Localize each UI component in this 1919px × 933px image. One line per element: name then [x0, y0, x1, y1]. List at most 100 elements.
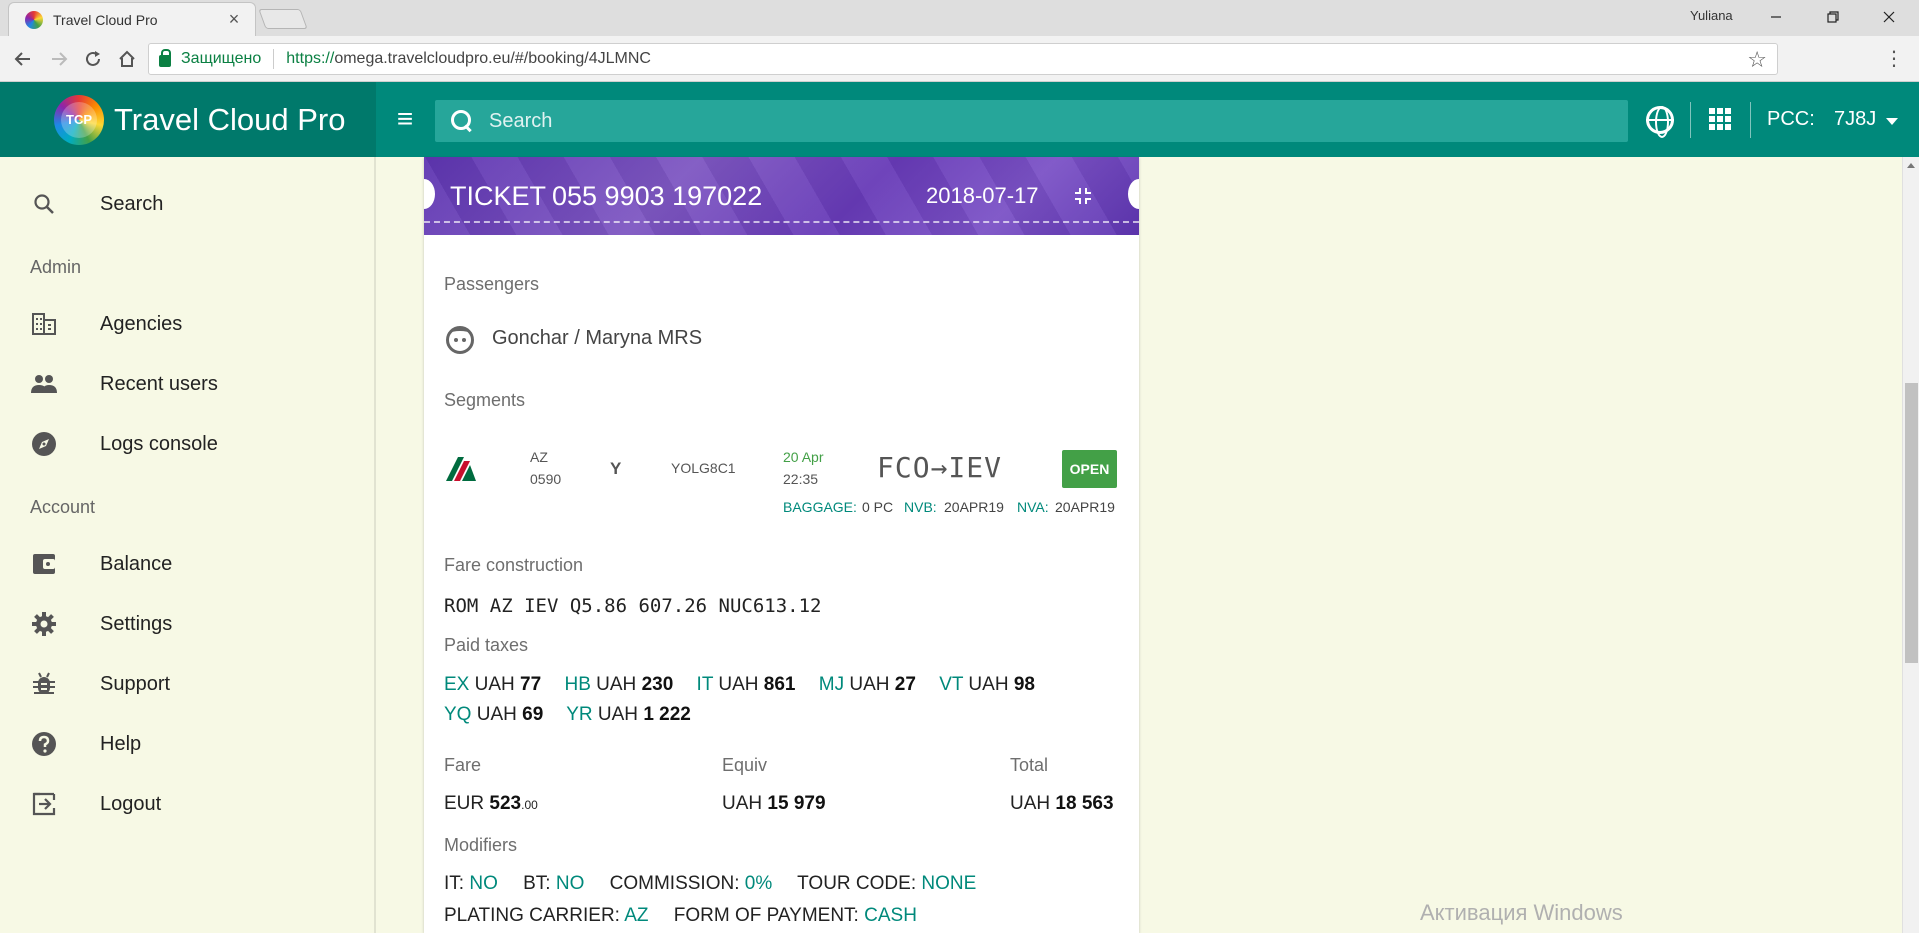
sidebar-item-recent-users[interactable]: Recent users — [0, 360, 374, 408]
lock-icon — [159, 49, 171, 67]
taxes-row: YQ UAH 69 YR UAH 1 222 — [444, 704, 709, 726]
segment-flight-number: 0590 — [530, 471, 562, 487]
sidebar-item-logout[interactable]: Logout — [0, 780, 374, 828]
url-text: omega.travelcloudpro.eu/#/booking/4JLMNC — [334, 50, 651, 67]
url-field[interactable]: Защищено https:// omega.travelcloudpro.e… — [148, 43, 1778, 75]
sidebar-section-account: Account — [30, 497, 96, 517]
sidebar-item-label: Logout — [100, 792, 162, 815]
forward-icon[interactable] — [46, 46, 72, 72]
sidebar-item-label: Balance — [100, 552, 173, 575]
header-search[interactable] — [435, 100, 1628, 142]
window-user-name[interactable]: Yuliana — [1690, 8, 1733, 23]
scroll-up-icon[interactable] — [1907, 163, 1915, 168]
sidebar-item-agencies[interactable]: Agencies — [0, 300, 374, 348]
tab-title: Travel Cloud Pro — [53, 11, 158, 28]
total-label: Total — [1010, 755, 1049, 775]
reload-icon[interactable] — [80, 46, 106, 72]
globe-icon[interactable] — [1646, 106, 1674, 138]
app-header: TCP Travel Cloud Pro ≡ PCC: 7J8J — [0, 82, 1919, 157]
browser-menu-icon[interactable]: ⋮ — [1884, 46, 1904, 71]
header-divider — [1750, 102, 1751, 138]
nvb-value: 20APR19 — [944, 499, 1004, 515]
header-divider — [1690, 102, 1691, 138]
modifier-item: TOUR CODE: NONE — [797, 873, 977, 894]
search-input[interactable] — [489, 109, 1389, 133]
chevron-down-icon[interactable] — [1886, 118, 1898, 125]
tcp-logo[interactable]: TCP — [54, 94, 104, 145]
people-icon — [30, 370, 58, 398]
ticket-header: TICKET 055 9903 197022 2018-07-17 — [424, 157, 1139, 235]
home-icon[interactable] — [114, 46, 140, 72]
brand-name[interactable]: Travel Cloud Pro — [114, 102, 345, 138]
modifiers-label: Modifiers — [444, 835, 518, 855]
sidebar-item-settings[interactable]: Settings — [0, 600, 374, 648]
bookmark-star-icon[interactable]: ☆ — [1747, 47, 1767, 73]
sidebar-item-support[interactable]: Support — [0, 660, 374, 708]
menu-icon[interactable]: ≡ — [390, 105, 420, 133]
segments-label: Segments — [444, 390, 526, 410]
modifier-item: IT: NO — [444, 873, 498, 894]
passenger-name[interactable]: Gonchar / Maryna MRS — [492, 327, 702, 350]
nva-value: 20APR19 — [1055, 499, 1115, 515]
apps-grid-icon[interactable] — [1709, 108, 1731, 130]
ticket-date: 2018-07-17 — [926, 183, 1039, 208]
status-badge: OPEN — [1062, 450, 1117, 488]
ticket-perforation — [424, 221, 1139, 223]
logout-icon — [30, 790, 58, 818]
alitalia-logo-icon — [444, 453, 484, 483]
url-protocol: https:// — [286, 50, 335, 67]
pcc-label: PCC: — [1767, 108, 1815, 130]
face-icon — [446, 326, 474, 354]
close-window-icon[interactable] — [1866, 2, 1912, 32]
address-bar: Защищено https:// omega.travelcloudpro.e… — [0, 36, 1919, 82]
scrollbar-thumb[interactable] — [1905, 383, 1918, 663]
fare-construction-label: Fare construction — [444, 555, 584, 575]
sidebar-item-help[interactable]: Help — [0, 720, 374, 768]
pcc-select[interactable]: 7J8J — [1834, 108, 1876, 131]
browser-tabbar: Travel Cloud Pro × Yuliana — [0, 0, 1919, 36]
ticket-number: 055 9903 197022 — [552, 181, 763, 211]
modifier-item: PLATING CARRIER: AZ — [444, 905, 649, 926]
wallet-icon — [30, 550, 58, 578]
fare-amount: EUR 523.00 — [444, 793, 538, 814]
tax-item: MJ UAH 27 — [818, 674, 916, 695]
brand-panel: TCP Travel Cloud Pro — [0, 82, 376, 157]
tab-close-icon[interactable]: × — [225, 9, 243, 30]
modifier-item: BT: NO — [523, 873, 585, 894]
fare-label: Fare — [444, 755, 482, 775]
equiv-label: Equiv — [722, 755, 768, 775]
sidebar-item-search[interactable]: Search — [0, 180, 374, 228]
segment-date: 20 Apr — [783, 449, 824, 465]
passengers-label: Passengers — [444, 274, 540, 294]
back-icon[interactable] — [10, 46, 36, 72]
collapse-icon[interactable] — [1072, 185, 1094, 207]
new-tab-button[interactable] — [258, 9, 308, 29]
modifiers-row: PLATING CARRIER: AZ FORM OF PAYMENT: CAS… — [444, 905, 937, 927]
modifier-item: FORM OF PAYMENT: CASH — [673, 905, 917, 926]
browser-tab[interactable]: Travel Cloud Pro × — [8, 2, 256, 36]
page-scrollbar[interactable] — [1902, 157, 1919, 933]
url-divider — [273, 49, 275, 69]
sidebar: Search Admin Agencies Recent users Logs … — [0, 157, 376, 933]
sidebar-item-logs-console[interactable]: Logs console — [0, 420, 374, 468]
tax-item: IT UAH 861 — [696, 674, 796, 695]
building-icon — [30, 310, 58, 338]
modifiers-row: IT: NO BT: NO COMMISSION: 0% TOUR CODE: … — [444, 873, 996, 895]
segment-time: 22:35 — [783, 471, 819, 487]
nvb-label: NVB: — [904, 499, 937, 515]
total-amount: UAH 18 563 — [1010, 793, 1114, 814]
restore-icon[interactable] — [1810, 2, 1856, 32]
secure-label: Защищено — [181, 50, 262, 67]
fare-construction: ROM AZ IEV Q5.86 607.26 NUC613.12 — [444, 595, 822, 617]
search-icon — [30, 190, 58, 218]
sidebar-item-balance[interactable]: Balance — [0, 540, 374, 588]
sidebar-section-admin: Admin — [30, 257, 82, 277]
ticket-notch — [424, 179, 435, 209]
windows-activation-watermark: Активация Windows — [1420, 900, 1623, 925]
ticket-card: TICKET 055 9903 197022 2018-07-17 Passen… — [424, 157, 1139, 933]
tax-item: YQ UAH 69 — [444, 704, 544, 725]
ticket-title: TICKET — [450, 181, 547, 211]
tax-item: VT UAH 98 — [939, 674, 1035, 695]
minimize-icon[interactable] — [1753, 2, 1799, 32]
tax-item: HB UAH 230 — [564, 674, 674, 695]
